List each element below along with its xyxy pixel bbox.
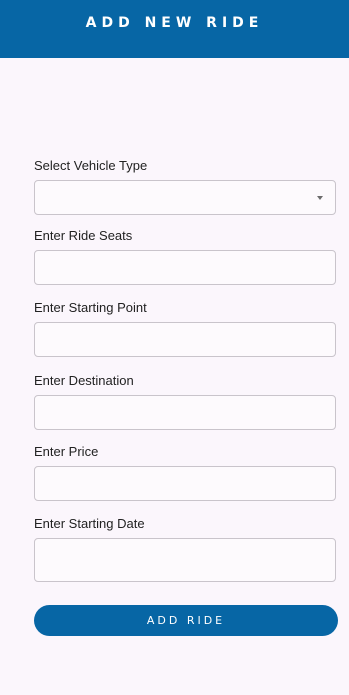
ride-seats-input[interactable] xyxy=(34,250,336,285)
price-input[interactable] xyxy=(34,466,336,501)
destination-input[interactable] xyxy=(34,395,336,430)
starting-date-label: Enter Starting Date xyxy=(34,516,145,531)
chevron-down-icon xyxy=(317,195,323,200)
vehicle-type-select[interactable] xyxy=(34,180,336,215)
price-label: Enter Price xyxy=(34,444,99,459)
destination-label: Enter Destination xyxy=(34,373,134,388)
starting-point-label: Enter Starting Point xyxy=(34,300,147,315)
vehicle-type-label: Select Vehicle Type xyxy=(34,158,148,173)
starting-point-input[interactable] xyxy=(34,322,336,357)
starting-date-input[interactable] xyxy=(34,538,336,582)
ride-seats-label: Enter Ride Seats xyxy=(34,228,133,243)
app-bar: ADD NEW RIDE xyxy=(0,0,349,58)
page-title: ADD NEW RIDE xyxy=(85,15,264,31)
add-ride-button[interactable]: ADD RIDE xyxy=(34,605,338,636)
